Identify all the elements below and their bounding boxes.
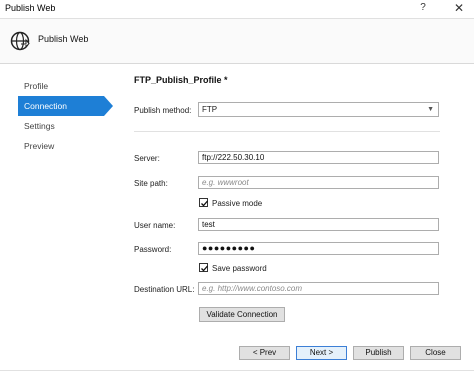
help-icon[interactable]: ? [416, 1, 430, 15]
validate-connection-button[interactable]: Validate Connection [199, 307, 285, 322]
checkmark-icon [201, 265, 208, 272]
close-button[interactable]: Close [410, 346, 461, 360]
close-icon[interactable]: ✕ [449, 0, 469, 16]
publish-method-select[interactable]: FTP ▼ [198, 102, 439, 117]
destination-url-input[interactable]: e.g. http://www.contoso.com [198, 282, 439, 295]
checkmark-icon [201, 200, 208, 207]
user-name-input[interactable]: test [198, 218, 439, 231]
dialog-header: Publish Web [0, 18, 474, 64]
save-password-checkbox[interactable] [199, 263, 208, 272]
window-title: Publish Web [5, 3, 56, 13]
divider [134, 131, 440, 132]
server-label: Server: [134, 154, 160, 163]
profile-title: FTP_Publish_Profile * [134, 75, 228, 85]
password-input[interactable]: ●●●●●●●●● [198, 242, 439, 255]
bottom-border [0, 370, 474, 371]
publish-method-label: Publish method: [134, 106, 192, 115]
header-title: Publish Web [38, 34, 89, 44]
passive-mode-checkbox[interactable] [199, 198, 208, 207]
server-input[interactable]: ftp://222.50.30.10 [198, 151, 439, 164]
chevron-down-icon: ▼ [427, 106, 434, 113]
publish-button[interactable]: Publish [353, 346, 404, 360]
nav-item-settings[interactable]: Settings [18, 116, 108, 136]
publish-method-value: FTP [202, 105, 218, 114]
site-path-label: Site path: [134, 179, 168, 188]
save-password-label: Save password [212, 264, 267, 273]
prev-button[interactable]: < Prev [239, 346, 290, 360]
password-label: Password: [134, 245, 172, 254]
nav-item-profile[interactable]: Profile [18, 76, 108, 96]
passive-mode-label: Passive mode [212, 199, 263, 208]
wizard-nav: Profile Connection Settings Preview [18, 76, 113, 156]
title-bar: Publish Web ? ✕ [0, 0, 474, 18]
destination-url-label: Destination URL: [134, 285, 195, 294]
nav-item-connection[interactable]: Connection [18, 96, 113, 116]
nav-item-preview[interactable]: Preview [18, 136, 108, 156]
globe-publish-icon [10, 31, 30, 51]
next-button[interactable]: Next > [296, 346, 347, 360]
site-path-input[interactable]: e.g. wwwroot [198, 176, 439, 189]
user-name-label: User name: [134, 221, 176, 230]
